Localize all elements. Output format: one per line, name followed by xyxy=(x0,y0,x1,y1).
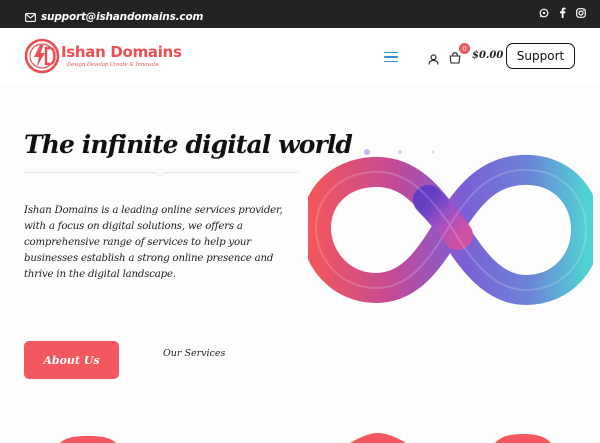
section-shape xyxy=(60,436,116,443)
logo-tagline: Design Develop Create & Innovate xyxy=(67,62,159,68)
envelope-icon xyxy=(25,7,36,26)
section-shape xyxy=(350,433,406,443)
hero-title: The infinite digital world xyxy=(24,130,353,159)
contact-email[interactable]: support@ishandomains.com xyxy=(25,7,203,26)
instagram-icon[interactable] xyxy=(576,7,586,18)
whatsapp-icon[interactable] xyxy=(539,8,549,18)
section-shape xyxy=(495,434,551,443)
our-services-link[interactable]: Our Services xyxy=(163,348,225,359)
menu-hamburger-icon[interactable] xyxy=(384,52,398,62)
email-text: support@ishandomains.com xyxy=(41,10,204,23)
infinity-illustration xyxy=(308,149,593,305)
cart-count-badge: 0 xyxy=(459,43,470,54)
decor-dot xyxy=(364,149,370,155)
support-button[interactable]: Support xyxy=(506,43,575,69)
logo-emblem-icon xyxy=(24,38,60,74)
facebook-icon[interactable] xyxy=(559,7,566,18)
top-bar: support@ishandomains.com xyxy=(0,0,600,28)
social-links xyxy=(539,7,586,18)
decor-dot xyxy=(431,150,435,154)
hero-description: Ishan Domains is a leading online servic… xyxy=(24,205,283,280)
user-account-icon[interactable] xyxy=(428,50,439,69)
decor-dot xyxy=(398,150,402,154)
divider-notch xyxy=(155,172,165,177)
site-header: Ishan Domains Design Develop Create & In… xyxy=(0,28,600,84)
cart-total[interactable]: $0.00 xyxy=(472,50,503,61)
about-us-button[interactable]: About Us xyxy=(24,341,119,379)
site-logo[interactable]: Ishan Domains Design Develop Create & In… xyxy=(24,38,182,74)
logo-name: Ishan Domains xyxy=(61,43,182,61)
